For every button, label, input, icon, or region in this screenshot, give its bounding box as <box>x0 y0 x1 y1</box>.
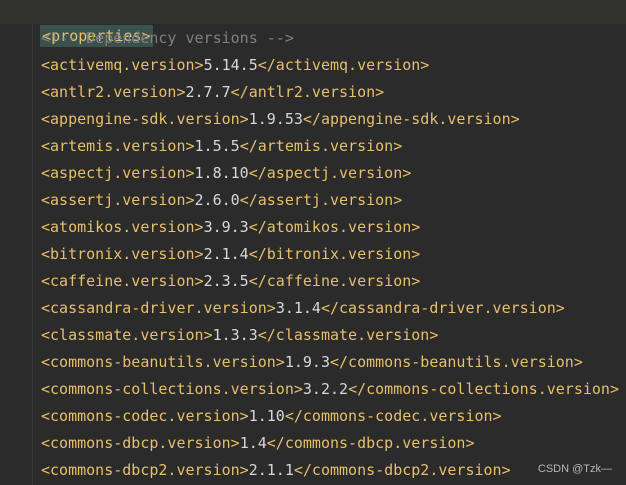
close-tag: </commons-collections.version> <box>348 380 619 398</box>
version-property-line[interactable]: <cassandra-driver.version>3.1.4</cassand… <box>41 295 565 322</box>
version-property-line[interactable]: <caffeine.version>2.3.5</caffeine.versio… <box>41 268 420 295</box>
close-tag: </commons-dbcp.version> <box>266 434 475 452</box>
open-tag: <activemq.version> <box>41 56 204 74</box>
close-tag: </caffeine.version> <box>248 272 421 290</box>
open-tag: <antlr2.version> <box>41 83 186 101</box>
version-value: 1.3.3 <box>212 326 258 344</box>
version-value: 2.1.4 <box>203 245 249 263</box>
indent-guide <box>32 24 33 485</box>
csdn-watermark: CSDN @Tzk— <box>537 463 612 475</box>
version-value: 1.10 <box>248 407 285 425</box>
open-tag: <cassandra-driver.version> <box>41 299 276 317</box>
version-value: 5.14.5 <box>203 56 258 74</box>
open-tag: <atomikos.version> <box>41 218 204 236</box>
close-tag: </artemis.version> <box>239 137 403 155</box>
version-property-line[interactable]: <commons-dbcp2.version>2.1.1</commons-db… <box>41 457 511 484</box>
close-tag: </commons-dbcp2.version> <box>293 461 511 479</box>
close-tag: </commons-codec.version> <box>284 407 502 425</box>
open-tag: <commons-dbcp2.version> <box>41 461 249 479</box>
close-tag: </classmate.version> <box>257 326 439 344</box>
version-value: 3.2.2 <box>302 380 349 398</box>
close-tag: </aspectj.version> <box>248 164 412 182</box>
properties-open-line[interactable]: <properties> <box>0 0 626 47</box>
open-tag: <classmate.version> <box>41 326 213 344</box>
version-value: 2.1.1 <box>248 461 294 479</box>
version-property-line[interactable]: <commons-codec.version>1.10</commons-cod… <box>41 403 502 430</box>
open-tag: <appengine-sdk.version> <box>41 110 249 128</box>
close-tag: </antlr2.version> <box>230 83 385 101</box>
close-tag: </commons-beanutils.version> <box>330 353 583 371</box>
close-tag: </activemq.version> <box>257 56 430 74</box>
version-value: 2.7.7 <box>185 83 231 101</box>
open-tag: <bitronix.version> <box>41 245 204 263</box>
version-property-line[interactable]: <atomikos.version>3.9.3</atomikos.versio… <box>41 214 420 241</box>
version-value: 1.9.3 <box>284 353 330 371</box>
version-property-line[interactable]: <classmate.version>1.3.3</classmate.vers… <box>41 322 438 349</box>
version-property-line[interactable]: <commons-dbcp.version>1.4</commons-dbcp.… <box>41 430 475 457</box>
open-tag: <commons-codec.version> <box>41 407 249 425</box>
close-tag: </atomikos.version> <box>248 218 421 236</box>
version-property-line[interactable]: <commons-beanutils.version>1.9.3</common… <box>41 349 583 376</box>
dependency-versions-comment: <!-- Dependency versions --> <box>41 29 294 47</box>
close-tag: </appengine-sdk.version> <box>302 110 520 128</box>
version-value: 1.4 <box>239 434 267 452</box>
open-tag: <commons-beanutils.version> <box>41 353 285 371</box>
version-value: 1.9.53 <box>248 110 303 128</box>
open-tag: <caffeine.version> <box>41 272 204 290</box>
version-property-line[interactable]: <activemq.version>5.14.5</activemq.versi… <box>41 52 429 79</box>
version-value: 2.6.0 <box>194 191 240 209</box>
version-value: 3.1.4 <box>275 299 321 317</box>
open-tag: <assertj.version> <box>41 191 195 209</box>
version-value: 1.8.10 <box>194 164 249 182</box>
version-value: 2.3.5 <box>203 272 249 290</box>
version-property-line[interactable]: <appengine-sdk.version>1.9.53</appengine… <box>41 106 520 133</box>
version-property-line[interactable]: <antlr2.version>2.7.7</antlr2.version> <box>41 79 384 106</box>
open-tag: <artemis.version> <box>41 137 195 155</box>
version-property-line[interactable]: <bitronix.version>2.1.4</bitronix.versio… <box>41 241 420 268</box>
open-tag: <commons-dbcp.version> <box>41 434 240 452</box>
version-value: 1.5.5 <box>194 137 240 155</box>
open-tag: <commons-collections.version> <box>41 380 303 398</box>
close-tag: </bitronix.version> <box>248 245 421 263</box>
version-value: 3.9.3 <box>203 218 249 236</box>
version-property-line[interactable]: <aspectj.version>1.8.10</aspectj.version… <box>41 160 411 187</box>
version-property-line[interactable]: <assertj.version>2.6.0</assertj.version> <box>41 187 402 214</box>
close-tag: </assertj.version> <box>239 191 403 209</box>
version-property-line[interactable]: <commons-collections.version>3.2.2</comm… <box>41 376 619 403</box>
open-tag: <aspectj.version> <box>41 164 195 182</box>
version-property-line[interactable]: <artemis.version>1.5.5</artemis.version> <box>41 133 402 160</box>
code-editor[interactable]: <properties> <!-- Dependency versions --… <box>0 0 626 485</box>
close-tag: </cassandra-driver.version> <box>320 299 565 317</box>
